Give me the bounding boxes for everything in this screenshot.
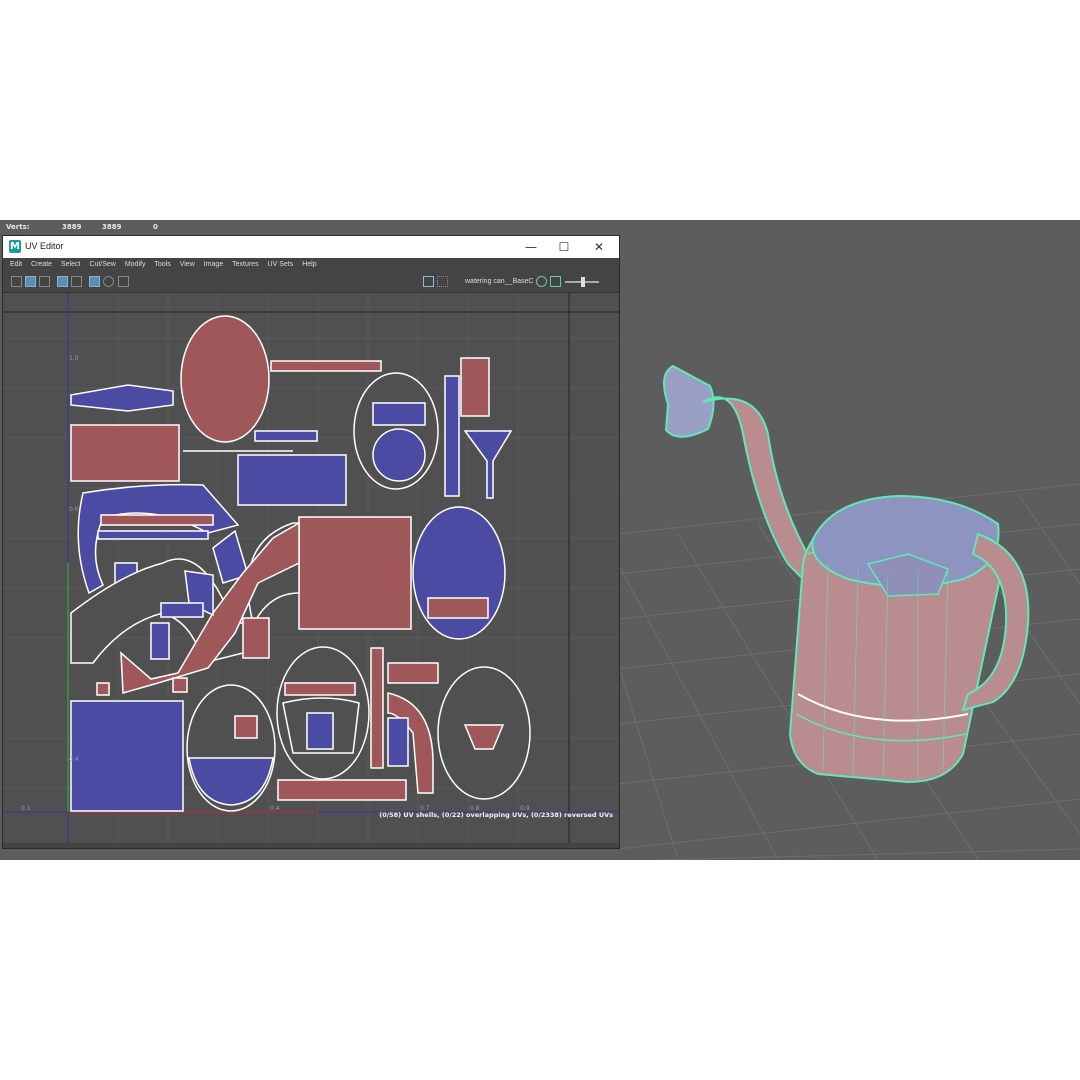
close-button[interactable]: ✕ [587, 238, 611, 256]
maximize-button[interactable]: ☐ [552, 238, 576, 256]
maya-workspace: Verts: 3889 3889 0 M UV Editor — ☐ ✕ Edi… [0, 220, 1080, 860]
v-tick-3: 0.4 [69, 756, 79, 763]
window-titlebar[interactable]: M UV Editor — ☐ ✕ [3, 236, 619, 258]
hud-verts-label: Verts: [6, 223, 30, 231]
texture-borders-icon[interactable] [71, 276, 82, 287]
menu-uv-sets[interactable]: UV Sets [268, 261, 294, 268]
menu-modify[interactable]: Modify [125, 261, 146, 268]
u-tick-1: 0.1 [21, 805, 31, 812]
hud-verts-triangles: 0 [153, 223, 158, 231]
menu-help[interactable]: Help [302, 261, 316, 268]
v-tick-2: 0.6 [69, 506, 79, 513]
menu-edit[interactable]: Edit [10, 261, 22, 268]
uv-shells [70, 315, 531, 812]
image-icon[interactable] [423, 276, 434, 287]
refresh-icon[interactable] [536, 276, 547, 287]
uv-canvas[interactable]: 1.0 0.6 0.4 0.1 0.4 0.7 0.8 0.9 (0/58) U… [3, 293, 619, 843]
watering-can-model [663, 364, 1030, 784]
grid-icon[interactable] [11, 276, 22, 287]
viewport-scene [618, 364, 1080, 860]
menu-select[interactable]: Select [61, 261, 80, 268]
texture-icon[interactable] [39, 276, 50, 287]
snapshot-icon[interactable] [118, 276, 129, 287]
image-ratio-icon[interactable] [550, 276, 561, 287]
perspective-viewport[interactable]: persp [618, 234, 1080, 860]
distortion-icon[interactable] [103, 276, 114, 287]
exposure-slider-handle[interactable] [581, 277, 585, 287]
maya-logo-icon: M [9, 240, 21, 253]
shaded-uv-icon[interactable] [57, 276, 68, 287]
uv-status-text: (0/58) UV shells, (0/22) overlapping UVs… [379, 811, 613, 819]
image-display-icon[interactable] [25, 276, 36, 287]
menu-create[interactable]: Create [31, 261, 52, 268]
menu-image[interactable]: Image [204, 261, 223, 268]
minimize-button[interactable]: — [519, 238, 543, 256]
menu-view[interactable]: View [180, 261, 195, 268]
hud-verts-selected: 3889 [102, 223, 122, 231]
v-tick-1: 1.0 [69, 355, 79, 362]
uv-toolbar: watering can__BaseC [3, 272, 619, 293]
menu-tools[interactable]: Tools [154, 261, 170, 268]
uv-layout [3, 293, 619, 843]
uv-grid-icon[interactable] [89, 276, 100, 287]
hud-verts-value: 3889 [62, 223, 82, 231]
checker-icon[interactable] [437, 276, 448, 287]
u-tick-2: 0.4 [270, 805, 280, 812]
texture-selector[interactable]: watering can__BaseC [465, 278, 534, 285]
poly-count-hud: Verts: 3889 3889 0 [0, 220, 1080, 234]
menu-textures[interactable]: Textures [232, 261, 258, 268]
menu-bar: Edit Create Select Cut/Sew Modify Tools … [3, 258, 619, 272]
uv-editor-window[interactable]: M UV Editor — ☐ ✕ Edit Create Select Cut… [2, 235, 620, 849]
window-title: UV Editor [25, 241, 64, 251]
menu-cut-sew[interactable]: Cut/Sew [89, 261, 115, 268]
